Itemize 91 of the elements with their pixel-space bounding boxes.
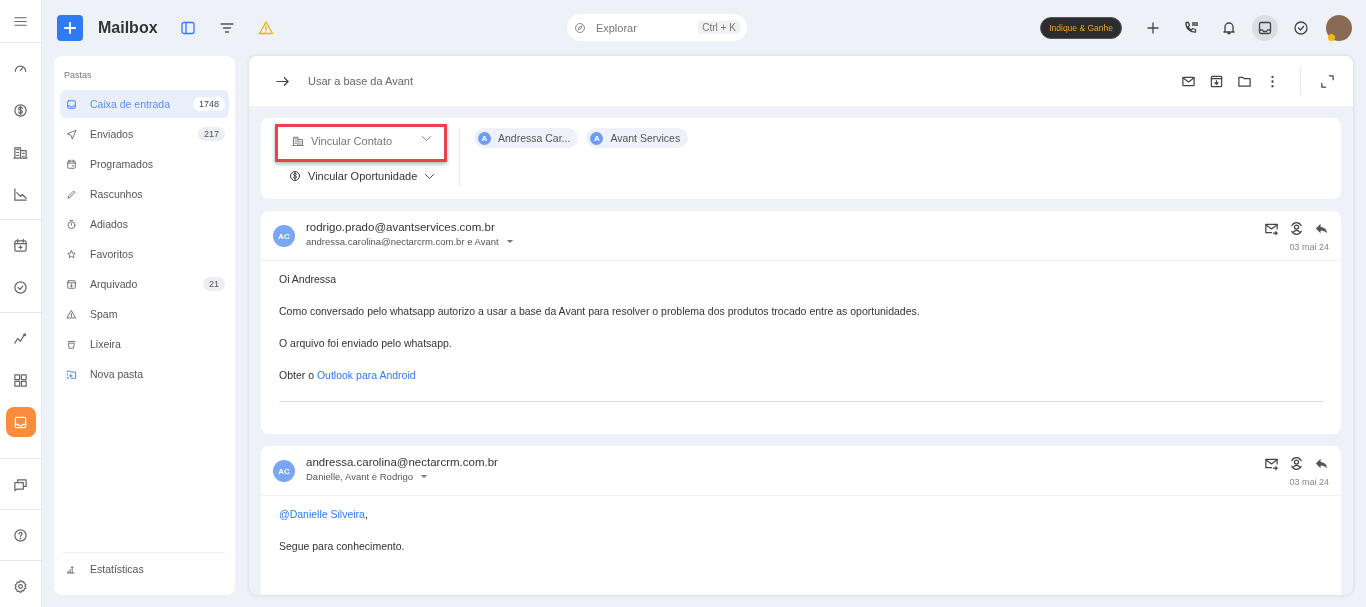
inbox-button[interactable]	[1252, 14, 1278, 41]
expand-icon[interactable]	[1320, 73, 1335, 89]
status-dot	[1328, 33, 1335, 41]
contact-initial: A	[478, 131, 491, 145]
folder-item[interactable]: Programados	[60, 150, 229, 178]
inbox-icon	[1257, 19, 1273, 36]
folder-item[interactable]: Caixa de entrada 1748	[60, 90, 229, 118]
contact-name: Avant Services	[610, 132, 681, 144]
star-icon	[66, 248, 77, 260]
reply-icon[interactable]	[1314, 221, 1329, 236]
user-avatar[interactable]	[1326, 14, 1352, 41]
calendar-icon	[66, 158, 77, 170]
archive-icon	[66, 278, 77, 290]
help-icon[interactable]	[13, 527, 28, 543]
chart-icon	[13, 186, 28, 202]
message-paragraph: Oi Andressa	[279, 273, 338, 285]
contact-chip[interactable]: A Avant Services	[586, 128, 689, 148]
sidebar-toggle-icon[interactable]	[179, 19, 196, 36]
folders-heading: Pastas	[63, 69, 93, 82]
link-dropdown[interactable]: Vincular Contato	[275, 124, 447, 162]
user-sync-icon[interactable]	[1289, 456, 1304, 471]
folder-count: 21	[203, 277, 225, 291]
folder-item[interactable]: Enviados 217	[60, 120, 229, 148]
inbox-icon	[13, 414, 28, 430]
calendar-icon	[13, 237, 28, 253]
message-paragraph: Segue para conhecimento.	[279, 540, 406, 552]
sender-avatar: AC	[273, 460, 295, 482]
dollar-icon	[13, 102, 28, 118]
message-link[interactable]: @Danielle Silveira	[279, 508, 365, 520]
mail-forward-icon[interactable]	[1264, 456, 1279, 471]
folder-item[interactable]: Arquivado 21	[60, 270, 229, 298]
warning-icon	[66, 308, 77, 320]
search-field[interactable]: Explorar	[595, 21, 696, 34]
new-button[interactable]	[57, 14, 83, 41]
chevron-down-icon	[424, 172, 435, 180]
email-subject: Usar a base da Avant	[308, 75, 413, 87]
building-icon	[13, 144, 28, 160]
shortcut-hint: Ctrl + K	[698, 21, 740, 34]
contact-name: Andressa Car...	[498, 132, 571, 144]
check-circle-icon	[13, 279, 28, 295]
message-paragraph: @Danielle Silveira,	[279, 508, 369, 520]
recipients: Danielle, Avant e Rodrigo	[306, 471, 414, 482]
folder-item[interactable]: Nova pasta	[60, 360, 229, 388]
folder-item[interactable]: Adiados	[60, 210, 229, 238]
trend-icon	[13, 330, 28, 346]
timer-icon	[66, 218, 77, 230]
reply-icon[interactable]	[1314, 456, 1329, 471]
building-icon	[292, 135, 304, 147]
caret-icon[interactable]	[420, 474, 429, 479]
folder-plus-icon	[66, 368, 77, 380]
trash-icon	[66, 338, 77, 350]
folder-count: 217	[197, 127, 225, 141]
contact-initial: A	[590, 131, 604, 145]
dollar-icon	[289, 170, 301, 182]
referral-button[interactable]: Indique & Ganhe	[1040, 16, 1122, 39]
sender-avatar: AC	[273, 225, 295, 247]
chevron-down-icon	[421, 135, 432, 142]
plus-icon	[62, 19, 78, 36]
statistics-item[interactable]: Estatísticas	[60, 552, 229, 585]
folder-count: 1748	[192, 97, 225, 111]
sender-email: andressa.carolina@nectarcrm.com.br	[306, 456, 498, 468]
recipients: andressa.carolina@nectarcrm.com.br e Avant	[306, 236, 499, 247]
inbox-icon	[66, 98, 77, 110]
message-date: 03 mai 24	[1289, 477, 1329, 487]
link-dropdown[interactable]: Vincular Oportunidade	[275, 165, 447, 187]
widgets-icon	[13, 372, 28, 388]
message-date: 03 mai 24	[1289, 242, 1329, 252]
caret-icon[interactable]	[505, 239, 514, 244]
settings-icon[interactable]	[13, 578, 28, 594]
chat-icon[interactable]	[13, 476, 28, 492]
phone-icon[interactable]	[1183, 19, 1199, 36]
bell-icon[interactable]	[1221, 19, 1237, 36]
folder-item[interactable]: Lixeira	[60, 330, 229, 358]
mail-forward-icon[interactable]	[1264, 221, 1279, 236]
app-title: Mailbox	[98, 18, 158, 37]
send-icon	[66, 128, 77, 140]
bar-chart-icon	[66, 563, 77, 575]
user-sync-icon[interactable]	[1289, 221, 1304, 236]
contact-chip[interactable]: A Andressa Car...	[474, 128, 579, 148]
message-paragraph: Obter o Outlook para Android	[279, 369, 417, 381]
folder-item[interactable]: Favoritos	[60, 240, 229, 268]
message-paragraph: Como conversado pelo whatsapp autorizo a usar a base da Avant para resolver o problema dos produtos trocado entre as oportunidades.	[279, 305, 921, 317]
check-circle-icon[interactable]	[1293, 19, 1309, 36]
sender-email: rodrigo.prado@avantservices.com.br	[306, 221, 496, 233]
message-paragraph: O arquivo foi enviado pelo whatsapp.	[279, 337, 453, 349]
pencil-icon	[66, 188, 77, 200]
message-link[interactable]: Outlook para Android	[316, 369, 416, 381]
folder-item[interactable]: Spam	[60, 300, 229, 328]
compass-icon	[573, 21, 586, 34]
archive-icon[interactable]	[1209, 73, 1224, 89]
folder-item[interactable]: Rascunhos	[60, 180, 229, 208]
